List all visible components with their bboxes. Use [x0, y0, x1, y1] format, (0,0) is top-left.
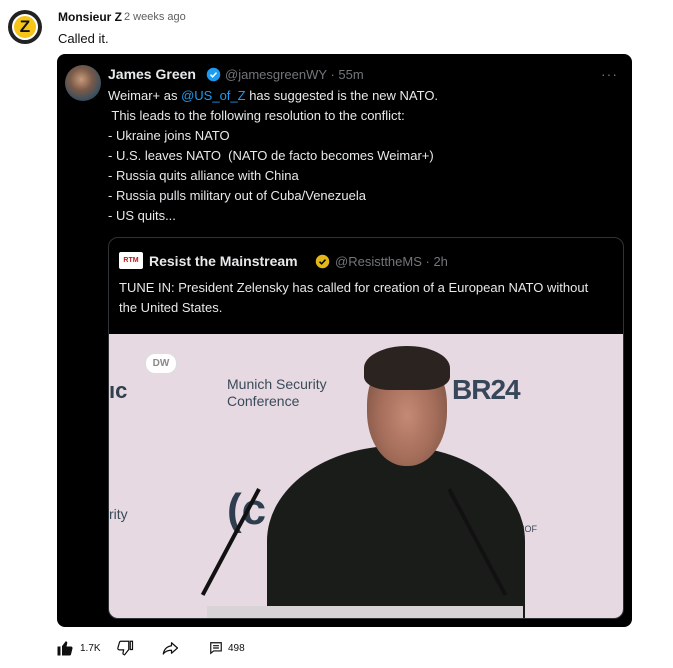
more-options-icon: ···	[601, 66, 618, 82]
conference-line: Conference	[227, 393, 300, 409]
tweet-line: This leads to the following resolution t…	[108, 108, 405, 123]
thumbs-down-icon	[117, 640, 134, 656]
backdrop-text-left: ıc	[109, 378, 128, 403]
br24-logo: BR24	[452, 374, 521, 405]
tweet-handle-time: @jamesgreenWY · 55m	[225, 67, 364, 82]
share-icon	[162, 642, 179, 655]
tweet-line: - US quits...	[108, 208, 176, 223]
tweet-line: - Russia quits alliance with China	[108, 168, 299, 183]
tweet-line-text: has suggested is the new NATO.	[245, 88, 439, 103]
quoted-text: TUNE IN: President Zelensky has called f…	[119, 280, 589, 315]
speaker-body	[267, 446, 525, 618]
tweet-author-avatar	[65, 65, 101, 101]
quoted-video-frame: DW ıc Munich Security Conference BR24 ri…	[109, 334, 623, 618]
tweet-author-name: James Green	[108, 66, 196, 82]
podium	[207, 606, 523, 618]
tweet-line: - U.S. leaves NATO (NATO de facto become…	[108, 148, 434, 163]
quoted-tweet: RTM Resist the Mainstream @ResisttheMS ·…	[108, 237, 624, 619]
quoted-handle-time: @ResisttheMS · 2h	[335, 254, 448, 269]
tweet-line: Weimar+ as @US_of_Z has suggested is the…	[108, 86, 618, 106]
commenter-avatar[interactable]: Z	[8, 10, 42, 44]
tweet-line: - Ukraine joins NATO	[108, 128, 230, 143]
tweet-screenshot: James Green @jamesgreenWY · 55m ··· Weim…	[57, 54, 632, 627]
quoted-author-name: Resist the Mainstream	[149, 253, 298, 269]
conference-line: Munich Security	[227, 376, 327, 392]
avatar-letter: Z	[12, 14, 38, 40]
conference-backdrop-text: Munich Security Conference	[227, 376, 327, 410]
tweet-mention: @US_of_Z	[181, 88, 246, 103]
like-button[interactable]: 1.7K	[56, 637, 101, 659]
tweet-body: Weimar+ as @US_of_Z has suggested is the…	[108, 86, 618, 226]
dw-logo: DW	[145, 353, 177, 374]
share-button[interactable]	[160, 637, 180, 659]
verified-gold-badge-icon	[315, 254, 330, 269]
replies-button[interactable]: 498	[209, 637, 245, 659]
verified-badge-icon	[206, 67, 221, 82]
thumbs-up-icon	[57, 641, 73, 656]
reply-count: 498	[228, 642, 245, 654]
comment-author[interactable]: Monsieur Z	[58, 10, 122, 24]
speaker-hair	[364, 346, 450, 390]
tweet-line-text: Weimar+ as	[108, 88, 182, 103]
comment-text: Called it.	[58, 31, 109, 46]
dislike-button[interactable]	[116, 637, 134, 659]
comment-icon	[210, 642, 222, 655]
backdrop-text-rity: rity	[109, 506, 128, 522]
rtm-logo: RTM	[119, 252, 143, 269]
tweet-line: - Russia pulls military out of Cuba/Vene…	[108, 188, 366, 203]
like-count: 1.7K	[80, 642, 101, 654]
comment-timestamp[interactable]: 2 weeks ago	[124, 11, 186, 23]
